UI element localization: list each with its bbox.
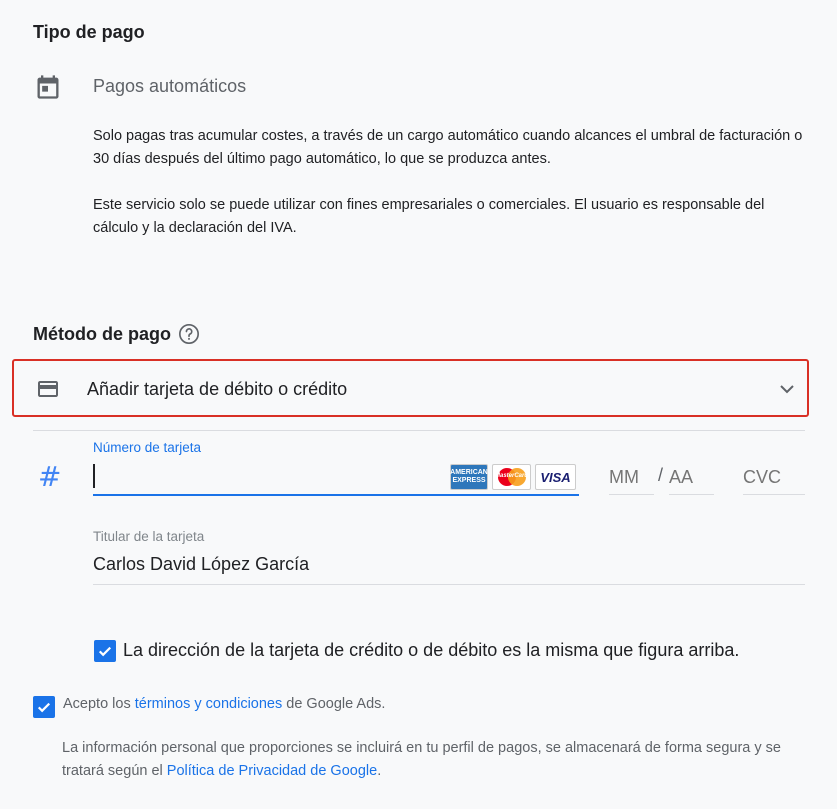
hash-icon: # <box>38 460 62 493</box>
business-use-notice: Este servicio solo se puede utilizar con… <box>93 197 765 236</box>
payment-type-option: Pagos automáticos <box>93 76 247 96</box>
mastercard-logo: MasterCard <box>492 464 531 490</box>
same-address-checkbox[interactable] <box>94 640 116 662</box>
card-holder-input[interactable]: Carlos David López García <box>93 554 805 585</box>
privacy-notice: La información personal que proporciones… <box>62 737 822 783</box>
terms-suffix: de Google Ads. <box>282 696 386 712</box>
calendar-icon <box>37 75 59 99</box>
divider <box>33 430 805 431</box>
card-holder-label: Titular de la tarjeta <box>93 529 205 544</box>
card-number-label: Número de tarjeta <box>93 440 202 455</box>
terms-link[interactable]: términos y condiciones <box>135 696 283 712</box>
terms-checkbox[interactable] <box>33 696 55 718</box>
same-address-label: La dirección de la tarjeta de crédito o … <box>123 640 740 660</box>
add-card-dropdown[interactable]: Añadir tarjeta de débito o crédito <box>12 359 809 417</box>
terms-text: Acepto los términos y condiciones de Goo… <box>63 696 385 712</box>
privacy-suffix: . <box>377 763 382 779</box>
text-cursor <box>93 464 95 488</box>
terms-prefix: Acepto los <box>63 696 135 712</box>
amex-logo: AMERICAN EXPRESS <box>450 464 488 490</box>
add-card-label: Añadir tarjeta de débito o crédito <box>87 379 348 399</box>
credit-card-icon <box>38 381 58 397</box>
chevron-down-icon <box>780 385 794 394</box>
expiry-separator: / <box>658 465 664 485</box>
check-icon <box>37 702 51 713</box>
expiry-month-input[interactable] <box>609 460 654 495</box>
payment-method-heading: Método de pago <box>33 324 171 344</box>
privacy-policy-link[interactable]: Política de Privacidad de Google <box>167 763 377 779</box>
payment-type-description: Solo pagas tras acumular costes, a travé… <box>93 128 803 167</box>
payment-type-heading: Tipo de pago <box>33 22 145 42</box>
visa-logo: VISA <box>535 464 576 490</box>
expiry-year-input[interactable] <box>669 460 714 495</box>
check-icon <box>98 646 112 657</box>
help-icon[interactable] <box>178 323 200 345</box>
cvc-input[interactable] <box>743 460 805 495</box>
